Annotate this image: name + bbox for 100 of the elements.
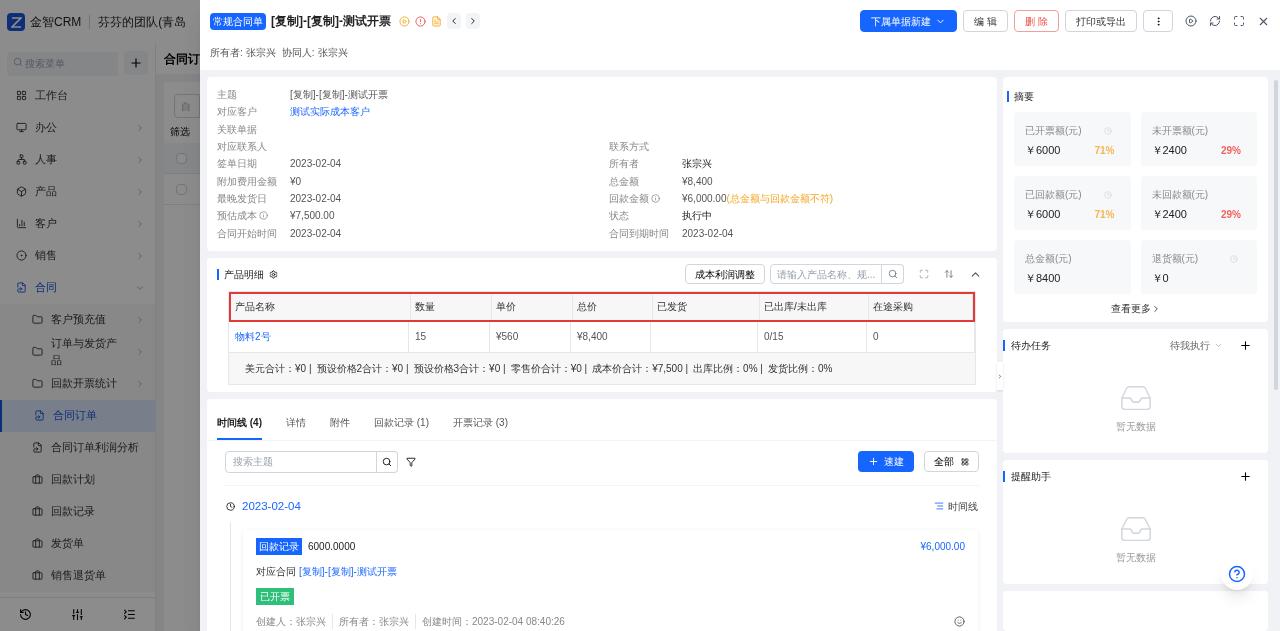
relation-label: 对应合同: [256, 564, 296, 579]
sliders-icon[interactable]: [71, 608, 84, 621]
alert-icon[interactable]: [415, 15, 426, 27]
add-button[interactable]: [124, 50, 148, 75]
field-label: 总金额: [609, 174, 639, 189]
delete-button[interactable]: 删 除: [1014, 10, 1059, 32]
fullscreen-icon[interactable]: [1233, 15, 1245, 27]
field-label: 主题: [217, 88, 237, 103]
subject-search-field[interactable]: 搜索主题: [225, 450, 377, 473]
search-button[interactable]: [377, 450, 398, 473]
new-document-button[interactable]: 下属单据新建: [860, 10, 958, 32]
submenu-item[interactable]: 销售退货单: [0, 559, 155, 592]
field-link[interactable]: 测试实际成本客户: [290, 104, 370, 120]
modal-overlay[interactable]: [0, 0, 200, 631]
timeline-view-toggle[interactable]: 时间线: [934, 498, 978, 514]
total-text: 预设价格2合计：¥0 |: [316, 361, 409, 376]
tab[interactable]: 时间线 (4): [217, 414, 262, 440]
product-link[interactable]: 物料2号: [235, 329, 271, 345]
people-label: 所有者:: [210, 46, 243, 60]
timeline-entry-card[interactable]: 回款记录 6000.0000 ¥6,000.00 对应合同 [复制]-[复制]-测试开票 已开票 创建人：张宗兴 所有者：张宗兴 创建时间：2023-02-04 08:40:26: [243, 529, 978, 631]
logo-icon: [7, 13, 25, 31]
task-filter-dropdown[interactable]: 待我执行: [1170, 337, 1223, 353]
field-label: 附加费用金额: [217, 174, 277, 189]
column-header: 在途采购: [869, 293, 973, 320]
menu-item[interactable]: 工作台: [0, 79, 155, 112]
previous-button[interactable]: [447, 13, 461, 29]
submenu-item[interactable]: 回款开票统计: [0, 367, 155, 400]
record-number: 6000.0000: [308, 539, 356, 554]
tab[interactable]: 详情: [286, 414, 306, 440]
submenu-item[interactable]: 回款计划: [0, 463, 155, 496]
menu-item[interactable]: 人事: [0, 143, 155, 176]
invoiced-tag: 已开票: [256, 587, 294, 605]
history-icon[interactable]: [19, 608, 33, 621]
quick-create-button[interactable]: 速建: [858, 451, 914, 473]
tab[interactable]: 开票记录 (3): [453, 414, 508, 440]
action-button[interactable]: 打印或导出: [1065, 10, 1137, 32]
document-icon: [32, 442, 43, 453]
search-icon: [887, 269, 898, 280]
action-button[interactable]: 编 辑: [963, 10, 1009, 32]
contract-link[interactable]: [复制]-[复制]-测试开票: [299, 563, 397, 579]
submenu-item[interactable]: 回款记录: [0, 495, 155, 528]
field-value: 2023-02-04: [290, 191, 342, 206]
menu-item[interactable]: 产品: [0, 175, 155, 208]
help-button[interactable]: [1221, 558, 1253, 590]
row-checkbox[interactable]: [176, 152, 187, 164]
field-label: 合同到期时间: [609, 226, 669, 241]
caret-icon: [135, 346, 145, 357]
field-label: 状态: [609, 209, 629, 224]
stat-label: 总金额(元): [1025, 252, 1072, 266]
submenu-item[interactable]: 订单与发货产品: [0, 335, 155, 368]
field-label: 对应客户: [217, 105, 257, 120]
refresh-icon[interactable]: [1209, 15, 1221, 27]
list-icon: [934, 501, 944, 512]
submenu-item[interactable]: 客户预充值: [0, 303, 155, 336]
field-label: 所有者: [609, 157, 639, 172]
next-button[interactable]: [466, 13, 480, 29]
play-circle-icon[interactable]: [1185, 15, 1197, 27]
menu-item[interactable]: 销售: [0, 239, 155, 272]
add-icon[interactable]: [1239, 338, 1252, 352]
record-tag: 回款记录: [256, 537, 302, 555]
stat-percent: 29%: [1221, 143, 1241, 158]
type-badge: 常规合同单: [210, 12, 266, 30]
people-value: 张宗兴: [245, 46, 276, 60]
submenu-item[interactable]: 合同订单利润分析: [0, 431, 155, 464]
menu-icon: [16, 218, 27, 229]
submenu-item[interactable]: 发货单: [0, 527, 155, 560]
stat-value: ￥6000: [1025, 143, 1061, 158]
menu-item[interactable]: 合同: [0, 271, 155, 304]
document-icon: [34, 410, 45, 421]
row-checkbox[interactable]: [176, 183, 187, 195]
add-icon[interactable]: [1239, 469, 1252, 483]
total-text: 预设价格3合计：¥0 |: [413, 361, 506, 376]
cost-adjust-button[interactable]: 成本利润调整: [685, 264, 765, 285]
caret-icon: [135, 314, 145, 325]
section-title: 产品明细: [224, 267, 264, 282]
collapse-menu-icon[interactable]: [122, 608, 136, 621]
menu-item[interactable]: 客户: [0, 207, 155, 240]
stat-label: 已开票额(元): [1025, 124, 1082, 138]
filter-icon[interactable]: [406, 456, 416, 467]
clock-icon: [226, 501, 235, 511]
stat-label: 未开票额(元): [1151, 124, 1209, 138]
tab[interactable]: 附件: [330, 414, 350, 440]
stat-label: 已回款额(元): [1025, 188, 1082, 202]
stat-value: ￥6000: [1025, 207, 1061, 222]
view-more-link[interactable]: 查看更多: [1110, 301, 1161, 316]
side-panel-toggle[interactable]: [997, 362, 1003, 390]
sort-icon[interactable]: [944, 269, 954, 280]
field-label: 回款金额: [609, 191, 649, 206]
menu-item[interactable]: 办公: [0, 111, 155, 144]
briefcase-icon: [32, 506, 43, 517]
meta-text: 所有者：张宗兴: [332, 613, 409, 629]
search-icon: [382, 456, 392, 467]
meta-text: 创建时间：2023-02-04 08:40:26: [415, 613, 565, 629]
tab[interactable]: 回款记录 (1): [374, 414, 429, 440]
submenu-item[interactable]: 合同订单: [0, 399, 155, 432]
product-search-field[interactable]: 请输入产品名称、规...: [770, 264, 882, 285]
table-cell-text: 0/15: [764, 330, 784, 345]
all-button[interactable]: 全部: [924, 451, 979, 473]
smiley-icon[interactable]: [954, 615, 965, 627]
settings-icon[interactable]: [269, 269, 278, 279]
